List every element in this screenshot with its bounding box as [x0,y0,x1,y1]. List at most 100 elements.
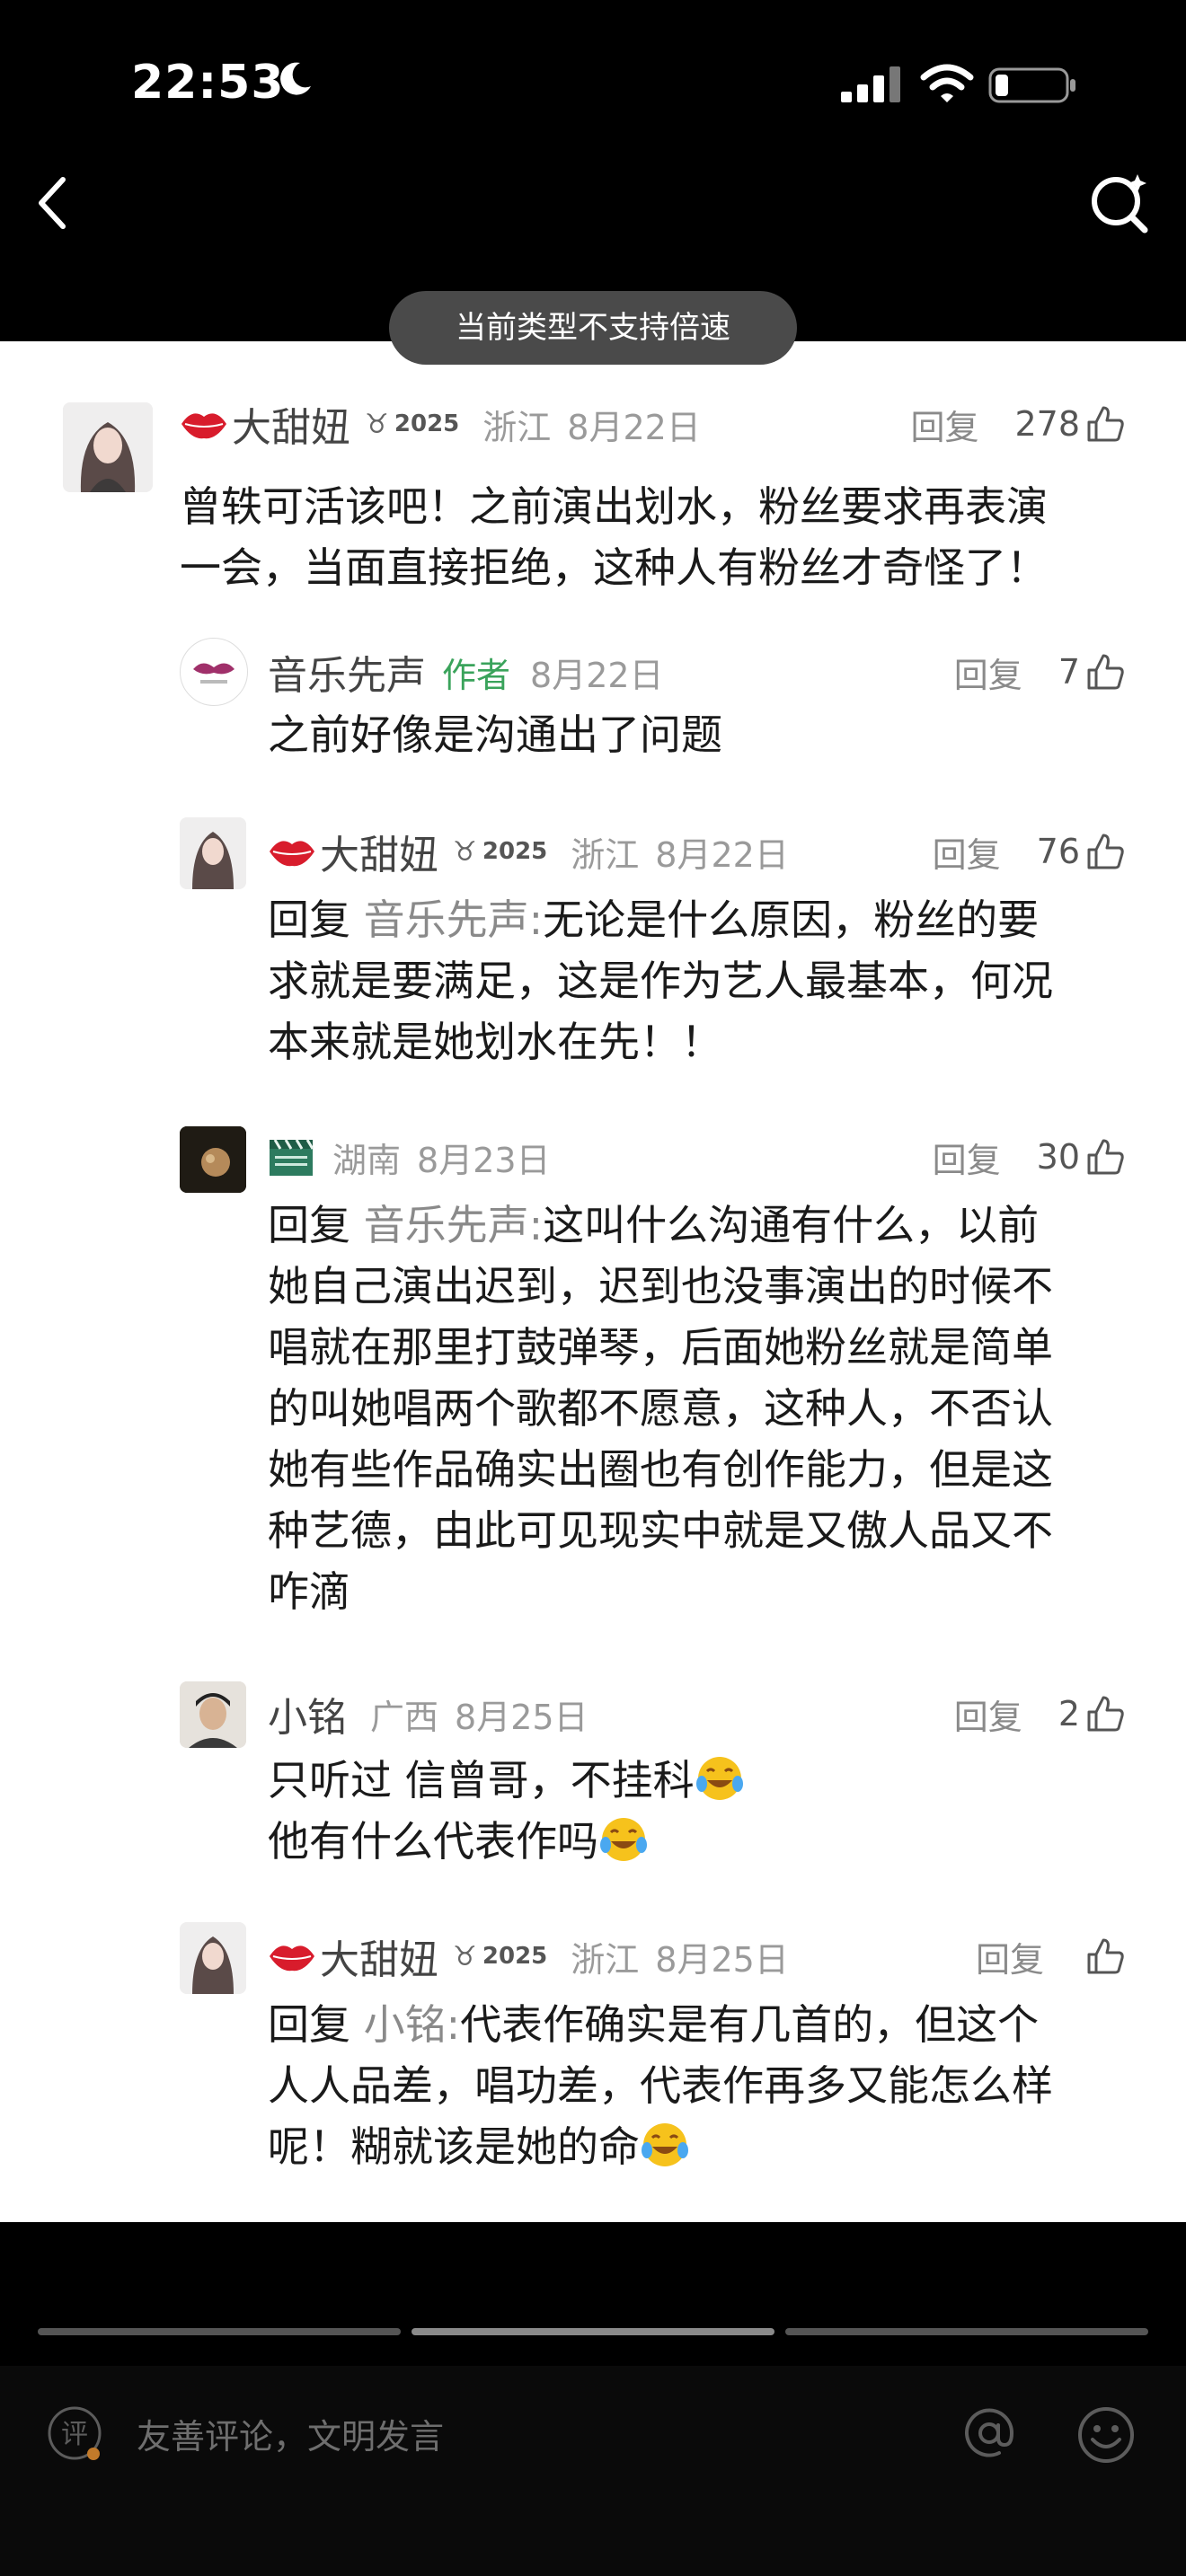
at-icon[interactable] [960,2404,1019,2463]
comment-text: 曾轶可活该吧！之前演出划水，粉丝要求再表演 一会，当面直接拒绝，这种人有粉丝才奇… [180,476,1048,598]
svg-text:评: 评 [61,2419,88,2450]
comment-line-text: 代表作确实是有几首的，但这个 [460,2000,1040,2049]
crying-laughing-emoji [600,1818,647,1861]
comment-text: 回复 音乐先声:这叫什么沟通有什么，以前 她自己演出迟到，迟到也没事演出的时候不… [268,1195,1053,1622]
emoji-icon[interactable] [1075,2404,1137,2466]
comment-line-text: 他有什么代表作吗 [268,1817,598,1866]
lips-icon [181,413,226,439]
comment-line: 回复 小铭:代表作确实是有几首的，但这个 [268,1994,1053,2055]
avatar[interactable] [180,1922,246,1994]
location: 浙江 [571,834,640,875]
reply-button[interactable]: 回复 [910,400,978,449]
reply-to-name[interactable]: 音乐先声: [364,895,544,944]
username[interactable]: 大甜妞 [320,1928,438,1985]
comment-line: 求就是要满足，这是作为艺人最基本，何况 [268,957,1053,1005]
comment-line-text: 只听过 信曾哥，不挂科 [268,1756,695,1804]
comment-line-text: 这叫什么沟通有什么，以前 [543,1201,1040,1249]
status-bar: 22:53 [0,0,1186,171]
back-icon[interactable] [27,169,77,237]
comment-line: 回复 音乐先声:这叫什么沟通有什么，以前 [268,1195,1053,1256]
reply-button[interactable]: 回复 [976,1932,1044,1981]
comment-line: 咋滴 [268,1567,350,1616]
avatar[interactable] [180,638,248,706]
comment-line: 他有什么代表作吗 [268,1811,745,1872]
comment-line: 的叫她唱两个歌都不愿意，这种人，不否认 [268,1384,1053,1433]
like-count: 7 [1058,652,1080,692]
location: 湖南 [332,1140,402,1180]
comment-line: 一会，当面直接拒绝，这种人有粉丝才奇怪了！ [180,543,1048,592]
like-count: 76 [1036,832,1080,871]
reply-to-name[interactable]: 小铭: [364,2000,461,2049]
comment-line: 唱就在那里打鼓弹琴，后面她粉丝就是简单 [268,1323,1053,1372]
wifi-icon [920,64,974,102]
username[interactable]: 大甜妞 [320,823,438,880]
username[interactable]: 大甜妞 [232,395,350,453]
comment-text: 之前好像是沟通出了问题 [268,704,722,765]
reply-button[interactable]: 回复 [933,1133,1001,1182]
moon-icon [280,62,311,95]
comment-line: 人人品差，唱功差，代表作再多又能怎么样 [268,2061,1053,2110]
comment-text: 回复 小铭:代表作确实是有几首的，但这个 人人品差，唱功差，代表作再多又能怎么样… [268,1994,1053,2177]
thumb-up-icon[interactable] [1085,1694,1125,1734]
comment-input[interactable]: 友善评论，文明发言 [137,2409,444,2458]
date: 8月22日 [530,655,664,695]
signal-icon [841,66,900,102]
comment-text: 只听过 信曾哥，不挂科 他有什么代表作吗 [268,1750,745,1872]
like-count: 30 [1036,1137,1080,1177]
progress-segment[interactable] [38,2328,401,2335]
reply-prefix: 回复 [268,895,350,944]
avatar[interactable] [180,1126,246,1193]
comment-icon[interactable]: 评 [45,2404,104,2463]
comment-line: 她有些作品确实出圈也有创作能力，但是这 [268,1445,1053,1494]
comment-line: 回复 音乐先声:无论是什么原因，粉丝的要 [268,889,1053,950]
badge-year: 2025 [482,838,548,865]
thumb-up-icon[interactable] [1085,404,1125,444]
username[interactable]: 小铭 [268,1685,347,1742]
year-badge: ♉︎ 2025 [365,409,459,440]
location: 浙江 [571,1939,640,1980]
reply-button[interactable]: 回复 [954,1689,1022,1739]
status-time: 22:53 [131,56,285,110]
comment-line: 只听过 信曾哥，不挂科 [268,1750,745,1811]
reply-prefix: 回复 [268,2000,350,2049]
comment-line: 她自己演出迟到，迟到也没事演出的时候不 [268,1262,1053,1310]
reply-prefix: 回复 [268,1201,350,1249]
clapperboard-icon [270,1139,314,1176]
avatar[interactable] [180,817,246,889]
medal-icon: ♉︎ [453,835,477,868]
location: 广西 [370,1697,439,1737]
avatar[interactable] [180,1681,246,1748]
date: 8月22日 [655,834,789,875]
lips-icon [270,1945,314,1972]
username[interactable]: 音乐先声 [268,643,426,701]
author-tag: 作者 [442,655,511,695]
comment-line-text: 呢！糊就该是她的命 [268,2122,640,2171]
comment-line-text: 无论是什么原因，粉丝的要 [543,895,1040,944]
comment-line: 曾轶可活该吧！之前演出划水，粉丝要求再表演 [180,482,1048,531]
search-icon[interactable] [1085,169,1152,235]
progress-segment[interactable] [412,2328,774,2335]
comment-line: 种艺德，由此可见现实中就是又傲人品又不 [268,1506,1053,1555]
thumb-up-icon[interactable] [1085,652,1125,692]
reply-button[interactable]: 回复 [954,648,1022,697]
date: 8月22日 [567,407,701,447]
comment-line: 呢！糊就该是她的命 [268,2116,1053,2177]
comment-input-bar [0,2366,1186,2576]
date: 8月23日 [417,1140,551,1180]
badge-year: 2025 [394,410,460,437]
thumb-up-icon[interactable] [1085,832,1125,871]
thumb-up-icon[interactable] [1085,1936,1125,1976]
date: 8月25日 [455,1697,589,1737]
comment-text: 回复 音乐先声:无论是什么原因，粉丝的要 求就是要满足，这是作为艺人最基本，何况… [268,889,1053,1072]
progress-segment[interactable] [785,2328,1148,2335]
like-count: 2 [1058,1694,1080,1734]
comment-line: 之前好像是沟通出了问题 [268,710,722,759]
reply-to-name[interactable]: 音乐先声: [364,1201,544,1249]
thumb-up-icon[interactable] [1085,1137,1125,1177]
avatar[interactable] [63,402,153,492]
location: 浙江 [482,407,552,447]
crying-laughing-emoji [695,1757,743,1800]
medal-icon: ♉︎ [453,1940,477,1972]
speed-toast: 当前类型不支持倍速 [389,291,797,365]
reply-button[interactable]: 回复 [933,827,1001,877]
